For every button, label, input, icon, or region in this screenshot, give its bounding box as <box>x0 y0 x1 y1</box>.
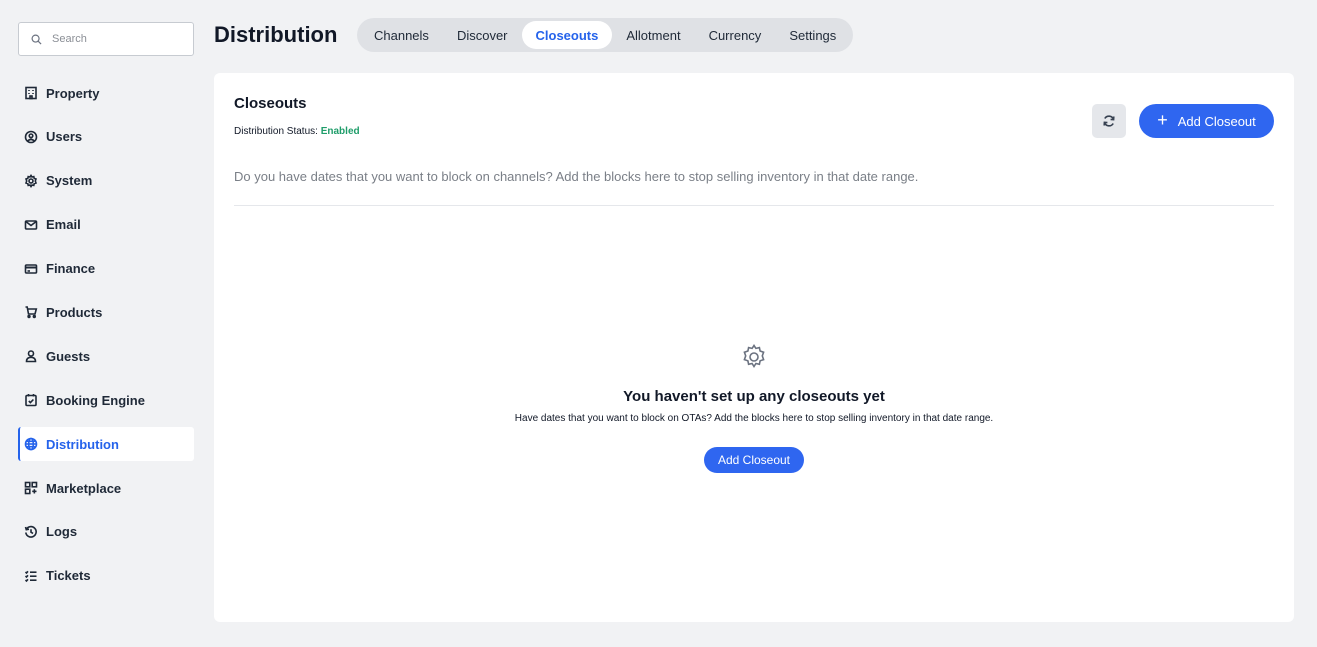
empty-state-title: You haven't set up any closeouts yet <box>623 388 885 405</box>
user-circle-icon <box>24 130 38 144</box>
sidebar-item-booking-engine[interactable]: Booking Engine <box>18 383 194 417</box>
sidebar-item-label: System <box>46 173 93 189</box>
grid-plus-icon <box>24 481 38 495</box>
sidebar-item-label: Users <box>46 129 83 145</box>
tab-bar: Channels Discover Closeouts Allotment Cu… <box>357 18 854 52</box>
add-closeout-label: Add Closeout <box>1177 113 1256 129</box>
search-icon <box>31 34 42 45</box>
sidebar-item-distribution[interactable]: Distribution <box>18 427 194 462</box>
tab-currency[interactable]: Currency <box>695 21 776 49</box>
refresh-button[interactable] <box>1092 104 1126 138</box>
search-box[interactable] <box>18 22 194 56</box>
sidebar-item-label: Marketplace <box>46 480 122 496</box>
sidebar-item-products[interactable]: Products <box>18 295 194 329</box>
add-closeout-button[interactable]: + Add Closeout <box>1139 104 1274 138</box>
sidebar-item-label: Booking Engine <box>46 392 145 408</box>
tab-discover[interactable]: Discover <box>443 21 522 49</box>
sidebar-item-marketplace[interactable]: Marketplace <box>18 471 194 505</box>
empty-state-add-closeout-button[interactable]: Add Closeout <box>703 447 805 473</box>
empty-state-text: Have dates that you want to block on OTA… <box>514 413 994 424</box>
cart-icon <box>25 306 38 319</box>
sidebar-item-label: Finance <box>46 261 96 277</box>
building-icon <box>25 86 37 100</box>
checklist-icon <box>24 570 37 582</box>
sidebar-item-users[interactable]: Users <box>18 120 194 154</box>
sidebar-item-label: Property <box>46 85 100 101</box>
history-icon <box>24 525 37 538</box>
gear-icon <box>24 173 38 188</box>
status-value: Enabled <box>320 126 360 137</box>
sidebar-item-label: Products <box>46 304 103 320</box>
sidebar-item-label: Tickets <box>46 568 91 584</box>
sidebar-item-label: Logs <box>46 524 78 540</box>
envelope-icon <box>24 219 38 230</box>
empty-state: You haven't set up any closeouts yet Hav… <box>214 343 1294 473</box>
refresh-icon <box>1103 115 1115 127</box>
tab-closeouts[interactable]: Closeouts <box>521 21 613 49</box>
calendar-check-icon <box>25 394 37 407</box>
sidebar: Property Users System Email Finance Prod… <box>18 22 194 603</box>
sidebar-item-label: Guests <box>46 348 91 364</box>
gear-icon <box>214 343 1294 376</box>
globe-icon <box>24 437 38 451</box>
sidebar-item-label: Email <box>46 217 81 233</box>
sidebar-item-finance[interactable]: Finance <box>18 252 194 286</box>
sidebar-item-label: Distribution <box>46 436 119 452</box>
sidebar-item-system[interactable]: System <box>18 164 194 198</box>
tab-settings[interactable]: Settings <box>775 21 850 49</box>
person-icon <box>25 350 37 363</box>
plus-icon: + <box>1157 110 1168 130</box>
search-input[interactable] <box>52 33 172 45</box>
distribution-status: Distribution Status: Enabled <box>234 126 360 137</box>
sidebar-nav: Property Users System Email Finance Prod… <box>18 76 194 593</box>
page-title: Distribution <box>214 22 338 47</box>
status-label: Distribution Status: <box>234 126 318 137</box>
tab-allotment[interactable]: Allotment <box>612 21 694 49</box>
sidebar-item-logs[interactable]: Logs <box>18 515 194 549</box>
closeouts-card: Closeouts Distribution Status: Enabled +… <box>214 73 1294 622</box>
sidebar-item-guests[interactable]: Guests <box>18 339 194 373</box>
divider <box>234 205 1274 206</box>
sidebar-item-tickets[interactable]: Tickets <box>18 559 194 593</box>
credit-card-icon <box>24 263 38 274</box>
tab-channels[interactable]: Channels <box>360 21 443 49</box>
card-description: Do you have dates that you want to block… <box>234 169 919 184</box>
sidebar-item-email[interactable]: Email <box>18 208 194 242</box>
card-title: Closeouts <box>234 95 307 112</box>
sidebar-item-property[interactable]: Property <box>18 76 194 110</box>
